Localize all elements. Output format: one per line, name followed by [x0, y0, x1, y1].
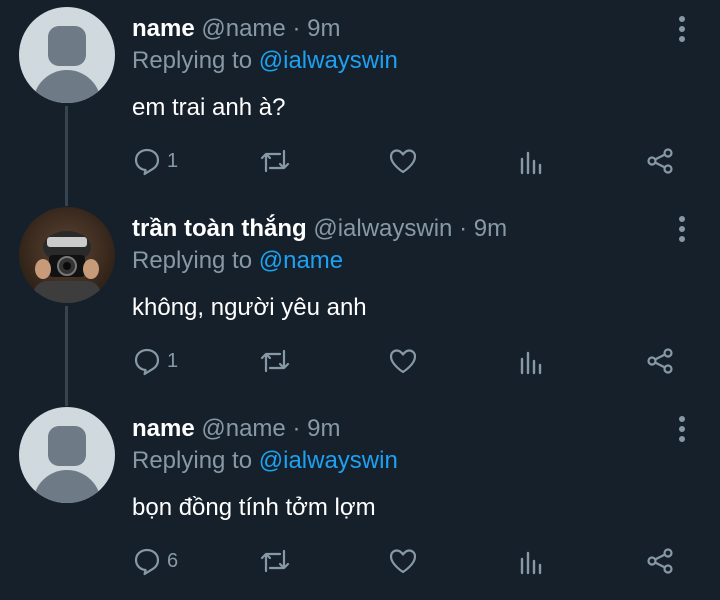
reply-button[interactable]: 6 [132, 543, 178, 579]
retweet-button[interactable] [258, 143, 292, 179]
mention-link[interactable]: @name [259, 247, 343, 274]
default-avatar-icon[interactable] [19, 407, 115, 503]
like-button[interactable] [388, 143, 418, 179]
share-button[interactable] [645, 343, 675, 379]
share-icon [647, 548, 673, 574]
analytics-icon [520, 151, 542, 175]
retweet-icon [260, 149, 290, 173]
tweet-header: name @name · 9m [132, 14, 340, 44]
retweet-button[interactable] [258, 543, 292, 579]
tweet-text: không, người yêu anh [132, 294, 367, 321]
analytics-button[interactable] [518, 343, 546, 379]
timestamp[interactable]: · 9m [292, 15, 340, 42]
more-options-icon[interactable] [672, 14, 692, 44]
handle[interactable]: @name [201, 15, 285, 42]
like-button[interactable] [388, 543, 418, 579]
retweet-button[interactable] [258, 343, 292, 379]
retweet-icon [260, 549, 290, 573]
default-avatar-icon[interactable] [19, 7, 115, 103]
replying-to: Replying to @name [132, 246, 343, 276]
share-button[interactable] [645, 143, 675, 179]
replying-label: Replying to [132, 447, 253, 474]
tweet-text: bọn đồng tính tởm lợm [132, 494, 376, 521]
display-name[interactable]: name [132, 15, 195, 42]
photo-avatar[interactable] [19, 207, 115, 303]
like-icon [389, 149, 417, 174]
mention-link[interactable]: @ialwayswin [259, 47, 398, 74]
action-bar: 6 [0, 543, 720, 579]
replying-label: Replying to [132, 47, 253, 74]
handle[interactable]: @name [201, 415, 285, 442]
reply-count: 6 [167, 550, 179, 572]
handle[interactable]: @ialwayswin [313, 215, 452, 242]
reply-icon [134, 148, 160, 176]
reply-button[interactable]: 1 [132, 343, 178, 379]
share-button[interactable] [645, 543, 675, 579]
action-bar: 1 [0, 143, 720, 179]
mention-link[interactable]: @ialwayswin [259, 447, 398, 474]
display-name[interactable]: name [132, 415, 195, 442]
timestamp[interactable]: · 9m [459, 215, 507, 242]
like-icon [389, 549, 417, 574]
replying-label: Replying to [132, 247, 253, 274]
tweet-header: name @name · 9m [132, 414, 340, 444]
replying-to: Replying to @ialwayswin [132, 446, 398, 476]
reply-icon [134, 348, 160, 376]
share-icon [647, 348, 673, 374]
reply-count: 1 [167, 350, 179, 372]
retweet-icon [260, 349, 290, 373]
analytics-icon [520, 551, 542, 575]
analytics-button[interactable] [518, 543, 546, 579]
more-options-icon[interactable] [672, 414, 692, 444]
action-bar: 1 [0, 343, 720, 379]
reply-icon [134, 548, 160, 576]
share-icon [647, 148, 673, 174]
tweet-header: trần toàn thắng @ialwayswin · 9m [132, 214, 507, 244]
like-button[interactable] [388, 343, 418, 379]
tweet-1[interactable]: name @name · 9m Replying to @ialwayswin … [0, 0, 720, 200]
like-icon [389, 349, 417, 374]
more-options-icon[interactable] [672, 214, 692, 244]
tweet-3[interactable]: name @name · 9m Replying to @ialwayswin … [0, 400, 720, 600]
tweet-text: em trai anh à? [132, 94, 286, 121]
replying-to: Replying to @ialwayswin [132, 46, 398, 76]
reply-button[interactable]: 1 [132, 143, 178, 179]
tweet-2[interactable]: trần toàn thắng @ialwayswin · 9m Replyin… [0, 200, 720, 400]
analytics-button[interactable] [518, 143, 546, 179]
display-name[interactable]: trần toàn thắng [132, 215, 307, 242]
analytics-icon [520, 351, 542, 375]
timestamp[interactable]: · 9m [292, 415, 340, 442]
reply-count: 1 [167, 150, 179, 172]
